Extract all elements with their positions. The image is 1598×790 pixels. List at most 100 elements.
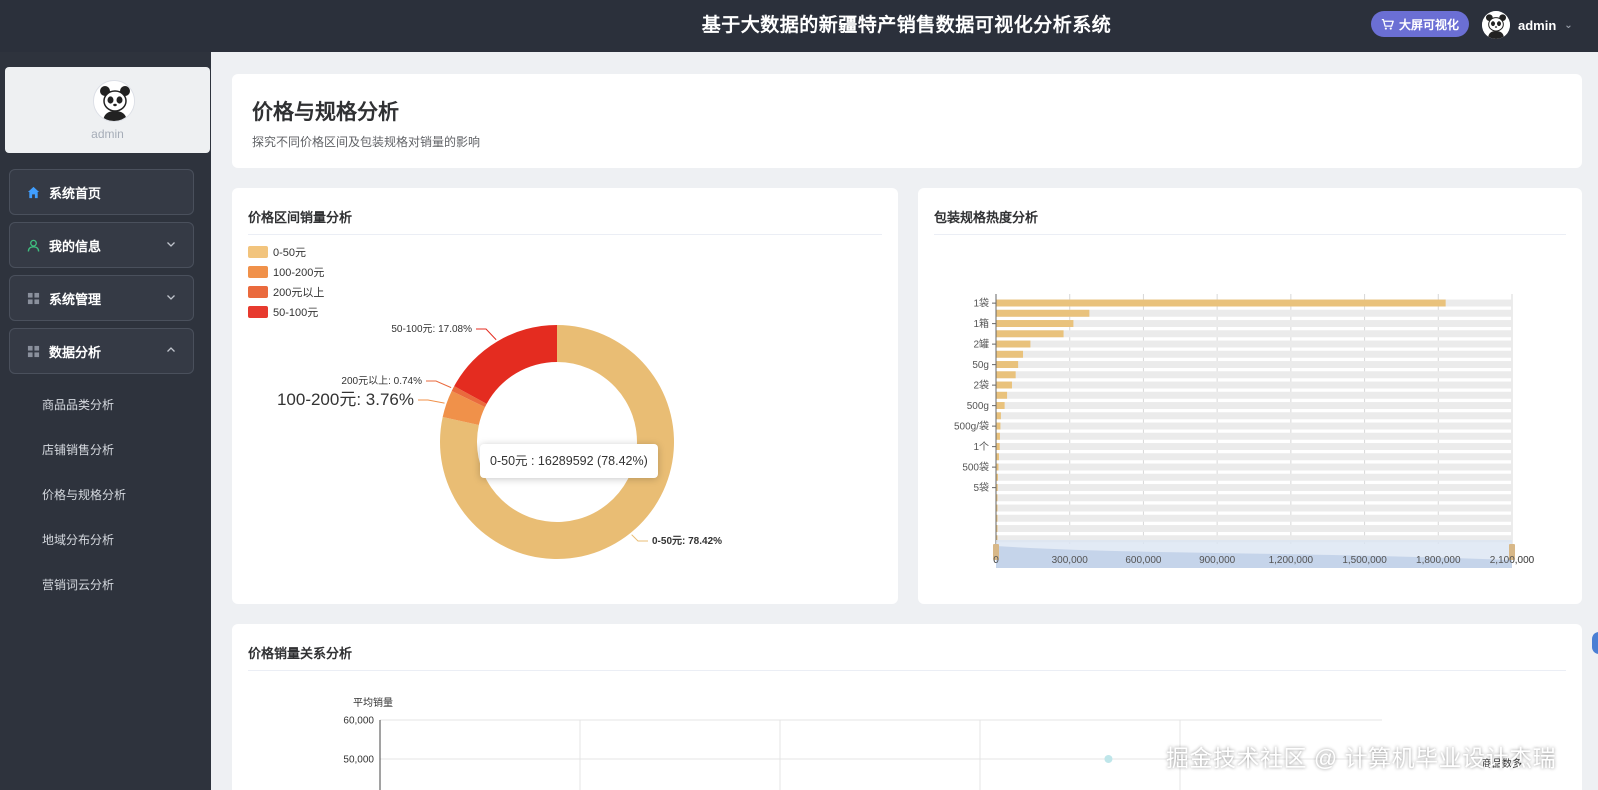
username: admin: [1518, 17, 1557, 33]
y-tick-label: 50,000: [343, 755, 374, 766]
background-bar: [996, 525, 1512, 533]
x-tick-label: 300,000: [1052, 555, 1089, 566]
background-bar: [996, 350, 1512, 358]
y-tick-label: 500g/袋: [954, 420, 989, 433]
legend-swatch: [248, 286, 268, 298]
sidebar-item-home[interactable]: 系统首页: [9, 169, 194, 215]
background-bar: [996, 330, 1512, 338]
grid-icon: [27, 345, 40, 358]
pie-label: 0-50元: 78.42%: [652, 535, 722, 547]
submenu-region-analysis[interactable]: 地域分布分析: [42, 531, 114, 548]
x-tick-label: 900,000: [1199, 555, 1236, 566]
background-bar: [996, 340, 1512, 348]
x-tick-label: 600,000: [1125, 555, 1162, 566]
y-tick-label: 5袋: [973, 481, 989, 494]
bar-chart[interactable]: 0 300,000 600,000 900,000 1,200,000 1,500,000…: [918, 188, 1582, 604]
pie-slice-50-100元: [454, 325, 557, 404]
bar: [996, 340, 1031, 348]
y-tick-label: 50g: [972, 360, 989, 371]
bar: [996, 432, 1000, 440]
big-screen-button[interactable]: 大屏可视化: [1371, 11, 1469, 37]
background-bar: [996, 432, 1512, 440]
background-bar: [996, 422, 1512, 430]
y-tick-label: 2袋: [973, 379, 989, 392]
background-bar: [996, 504, 1512, 512]
x-tick-label: 1,200,000: [1269, 555, 1314, 566]
top-bar: 基于大数据的新疆特产销售数据可视化分析系统 大屏可视化 admin ⌄: [0, 0, 1598, 52]
system-title: 基于大数据的新疆特产销售数据可视化分析系统: [701, 15, 1112, 36]
sidebar-item-label: 系统首页: [49, 185, 102, 201]
package-spec-card: 包装规格热度分析 0300,000600,000900,0001,200,000…: [918, 188, 1582, 604]
page-header-card: 价格与规格分析 探究不同价格区间及包装规格对销量的影响: [232, 74, 1582, 168]
bar: [996, 299, 1446, 307]
leader-line: [418, 399, 445, 404]
legend-swatch: [248, 246, 268, 258]
scatter-point: [1104, 755, 1113, 763]
bar: [996, 422, 1001, 430]
legend-swatch: [248, 266, 268, 278]
y-tick-label: 1箱: [973, 317, 989, 330]
x-tick-label: 2,100,000: [1490, 555, 1535, 566]
profile-avatar[interactable]: [93, 80, 135, 122]
panda-icon: [1482, 11, 1510, 39]
bar: [996, 443, 1000, 451]
profile-card: admin: [5, 67, 210, 153]
bar: [996, 309, 1090, 317]
bar: [996, 391, 1008, 399]
y-tick-label: 2罐: [973, 338, 989, 351]
chevron-down-icon: [167, 242, 175, 247]
sidebar: admin 系统首页 我的信息 系统管理 数据分析 商品品类分析 店铺销售分析 …: [0, 52, 211, 790]
watermark: 掘金技术社区 @ 计算机毕业设计杰瑞: [1166, 745, 1557, 771]
page-subtitle: 探究不同价格区间及包装规格对销量的影响: [252, 135, 481, 149]
avatar: [1482, 11, 1510, 39]
bar: [996, 371, 1016, 379]
sidebar-item-data-analysis[interactable]: 数据分析: [9, 328, 194, 374]
submenu-wordcloud-analysis[interactable]: 营销词云分析: [42, 576, 114, 593]
sidebar-item-label: 系统管理: [49, 291, 102, 307]
background-bar: [996, 463, 1512, 471]
background-bar: [996, 443, 1512, 451]
y-tick-label: 1个: [973, 441, 989, 453]
chart-tooltip: 0-50元 : 16289592 (78.42%): [480, 444, 658, 478]
submenu-shop-sales-analysis[interactable]: 店铺销售分析: [42, 441, 114, 458]
submenu-category-analysis[interactable]: 商品品类分析: [42, 396, 114, 413]
background-bar: [996, 412, 1512, 420]
background-bar: [996, 402, 1512, 410]
bar: [996, 320, 1074, 328]
big-screen-label: 大屏可视化: [1398, 17, 1459, 32]
panda-icon: [94, 81, 134, 121]
bar: [996, 381, 1012, 389]
background-bar: [996, 391, 1512, 399]
y-tick-label: 500g: [967, 401, 989, 412]
leader-line: [426, 380, 452, 389]
sidebar-item-my-info[interactable]: 我的信息: [9, 222, 194, 268]
x-tick-label: 1,800,000: [1416, 555, 1461, 566]
bar: [996, 412, 1001, 420]
background-bar: [996, 473, 1512, 481]
pie-label: 200元以上: 0.74%: [341, 375, 422, 387]
bar: [996, 330, 1064, 338]
floating-handle[interactable]: [1592, 632, 1598, 654]
home-icon: [27, 186, 40, 199]
y-tick-label: 1袋: [973, 297, 989, 310]
x-tick-label: 0: [993, 555, 999, 566]
legend-label: 0-50元: [273, 247, 306, 259]
background-bar: [996, 320, 1512, 328]
background-bar: [996, 371, 1512, 379]
y-axis-name: 平均销量: [353, 696, 393, 709]
grid-icon: [27, 292, 40, 305]
y-tick-label: 500袋: [962, 461, 989, 474]
background-bar: [996, 453, 1512, 461]
background-bar: [996, 361, 1512, 369]
pie-label: 100-200元: 3.76%: [277, 390, 414, 409]
user-menu[interactable]: admin ⌄: [1482, 10, 1573, 40]
price-range-card: 价格区间销量分析 0-50元 100-200元 200元以上 50-100元 0-50元…: [232, 188, 898, 604]
legend-label: 200元以上: [273, 286, 324, 299]
chevron-down-icon: [167, 295, 175, 300]
pie-chart[interactable]: 0-50元 100-200元 200元以上 50-100元 0-50元: 78.42% 1…: [232, 188, 898, 604]
sidebar-item-label: 我的信息: [49, 238, 102, 254]
submenu-price-spec-analysis[interactable]: 价格与规格分析: [42, 486, 126, 503]
sidebar-item-system-management[interactable]: 系统管理: [9, 275, 194, 321]
bar: [996, 350, 1024, 358]
bar: [996, 361, 1019, 369]
